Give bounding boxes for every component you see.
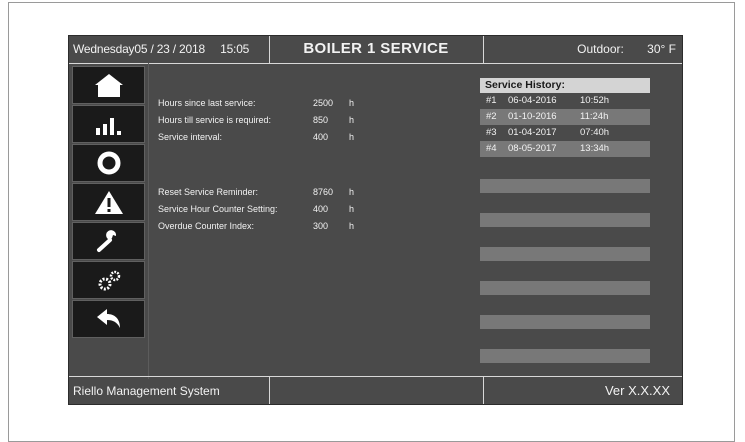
param-label: Service interval: [158,132,223,142]
history-empty-row [480,179,650,193]
param-value[interactable]: 400 [313,201,328,218]
outdoor-label: Outdoor: [577,42,624,56]
history-date: 06-04-2016 [508,95,557,106]
param-label: Hours since last service: [158,98,256,108]
header-bar: Wednesday05 / 23 / 2018 15:05 BOILER 1 S… [69,36,682,64]
param-label: Overdue Counter Index: [158,221,255,231]
nav-service-button[interactable] [72,222,145,260]
footer-bar: Riello Management System Ver X.X.XX [69,376,682,404]
history-date: 01-10-2016 [508,111,557,122]
param-value[interactable]: 2500 [313,95,333,112]
footer-divider [269,377,270,404]
history-date: 08-05-2017 [508,143,557,154]
header-divider [483,36,484,63]
param-unit: h [349,204,355,214]
history-row[interactable]: #3 01-04-2017 07:40h [480,125,650,141]
bar-chart-icon [95,118,121,135]
day-label: Wednesday [73,42,135,56]
history-hours: 07:40h [580,127,610,138]
nav-status-button[interactable] [72,144,145,182]
version-label: Ver X.X.XX [604,383,670,398]
date-label: 05 / 23 / 2018 [134,42,205,56]
history-row[interactable]: #4 08-05-2017 13:34h [480,141,650,157]
history-number: #2 [486,111,497,122]
param-value[interactable]: 400 [313,129,328,146]
history-empty-slots [480,179,650,383]
history-date: 01-04-2017 [508,127,557,138]
param-unit: h [349,115,355,125]
app-name: Riello Management System [73,384,220,398]
nav-back-button[interactable] [72,300,145,338]
service-history-title: Service History: [480,78,650,93]
history-empty-row [480,247,650,261]
wrench-icon [96,230,116,252]
outdoor-temperature: Outdoor: 30° F [577,42,676,56]
page-title: BOILER 1 SERVICE [303,40,449,57]
history-number: #4 [486,143,497,154]
param-label: Hours till service is required: [158,115,272,125]
history-row[interactable]: #1 06-04-2016 10:52h [480,93,650,109]
nav-statistics-button[interactable] [72,105,145,143]
date-time: Wednesday05 / 23 / 2018 15:05 [73,42,249,56]
outdoor-unit: ° F [660,42,676,56]
history-number: #1 [486,95,497,106]
time-label: 15:05 [220,42,250,56]
history-hours: 11:24h [580,111,609,122]
back-arrow-icon [96,309,120,328]
history-empty-row [480,349,650,363]
nav-home-button[interactable] [72,66,145,104]
nav-alarms-button[interactable] [72,183,145,221]
param-value[interactable]: 8760 [313,184,333,201]
history-number: #3 [486,127,497,138]
home-icon [94,74,123,97]
warning-icon [94,191,123,214]
param-label: Service Hour Counter Setting: [158,204,278,214]
history-hours: 10:52h [580,95,610,106]
outdoor-value: 30 [647,42,661,56]
service-history-panel: Service History: #1 06-04-2016 10:52h #2… [480,78,650,157]
history-row[interactable]: #2 01-10-2016 11:24h [480,109,650,125]
param-unit: h [349,221,355,231]
param-unit: h [349,132,355,142]
param-value[interactable]: 300 [313,218,328,235]
gears-icon [98,270,120,291]
param-unit: h [349,98,355,108]
history-empty-row [480,281,650,295]
param-label: Reset Service Reminder: [158,187,259,197]
nav-settings-button[interactable] [72,261,145,299]
param-value[interactable]: 850 [313,112,328,129]
history-empty-row [480,315,650,329]
history-empty-row [480,213,650,227]
footer-divider [483,377,484,404]
sidebar-divider [148,63,149,379]
ring-icon [97,151,120,175]
sidebar-nav [72,66,145,339]
history-hours: 13:34h [580,143,610,154]
hmi-screen: Wednesday05 / 23 / 2018 15:05 BOILER 1 S… [68,35,683,405]
param-unit: h [349,187,355,197]
